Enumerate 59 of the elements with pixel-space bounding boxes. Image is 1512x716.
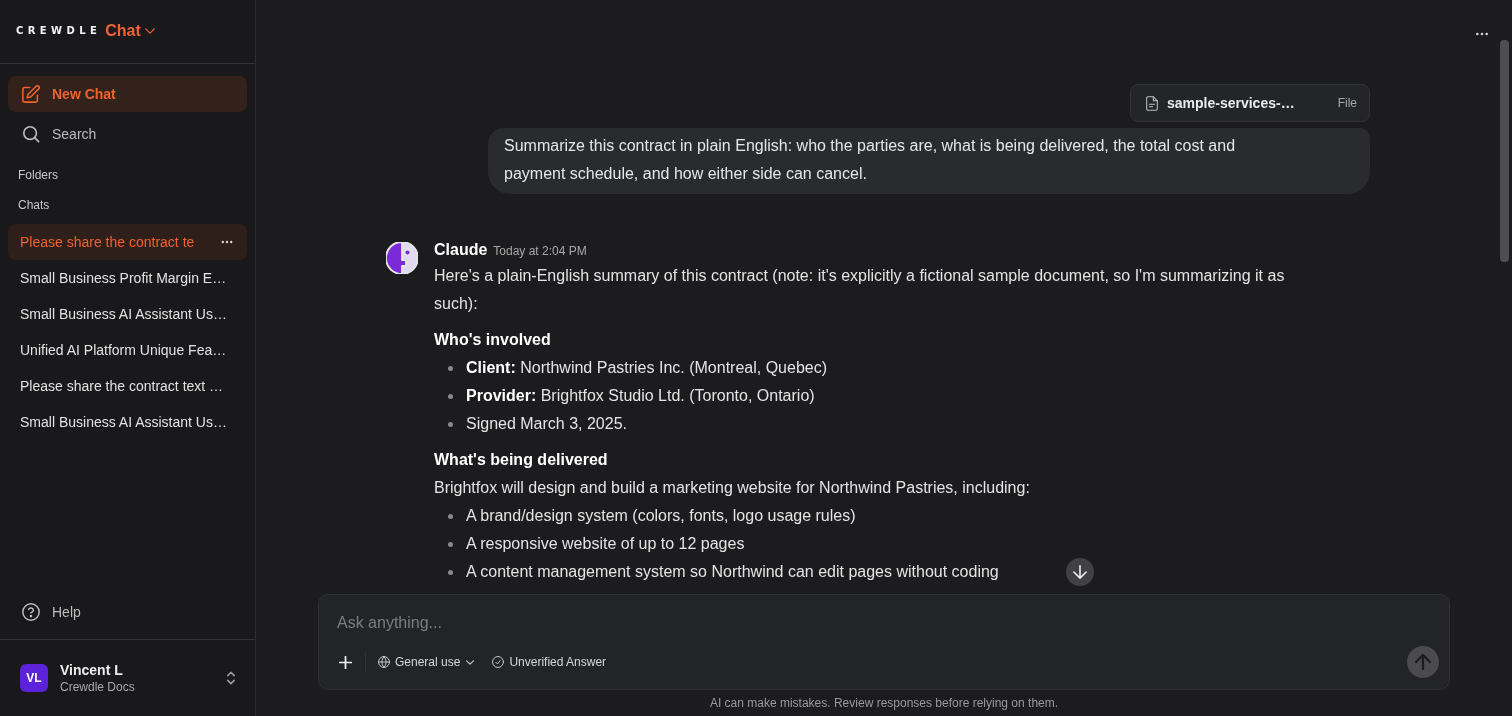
chat-item[interactable]: Small Business AI Assistant Us… bbox=[8, 296, 247, 332]
bullet-icon bbox=[448, 569, 453, 575]
arrow-down-icon bbox=[1073, 565, 1087, 579]
user-avatar: VL bbox=[20, 664, 48, 692]
list-item-text: Provider: Brightfox Studio Ltd. (Toronto, Ontario) bbox=[466, 386, 815, 406]
message-paragraph: Brightfox will design and build a marketing website for Northwind Pastries, including: bbox=[434, 478, 1031, 498]
assistant-name: Claude bbox=[434, 242, 488, 258]
new-chat-button[interactable]: New Chat bbox=[8, 76, 247, 112]
chat-item[interactable]: Unified AI Platform Unique Fea… bbox=[8, 332, 247, 368]
list-item-text: Signed March 3, 2025. bbox=[466, 414, 627, 434]
section-label: Chats bbox=[17, 197, 51, 214]
workspace-name: Crewdle Docs bbox=[60, 680, 136, 694]
logo-wordmark: CREWDLE bbox=[16, 25, 102, 36]
more-icon[interactable] bbox=[221, 240, 233, 244]
file-name: sample-services-… bbox=[1167, 95, 1295, 111]
file-attachment-chip[interactable]: sample-services-… File bbox=[1130, 84, 1370, 122]
list-item-text: Client: Northwind Pastries Inc. (Montreal, Quebec) bbox=[466, 358, 827, 378]
chat-item[interactable]: Small Business Profit Margin E… bbox=[8, 260, 247, 296]
bullet-icon bbox=[448, 393, 453, 399]
scrollbar-thumb[interactable] bbox=[1500, 40, 1509, 262]
more-icon bbox=[1475, 32, 1489, 36]
verification-button[interactable]: Unverified Answer bbox=[492, 655, 607, 669]
chat-item[interactable]: Please share the contract text … bbox=[8, 368, 247, 404]
search-button[interactable]: Search bbox=[8, 116, 247, 152]
section-heading: Who's involved bbox=[434, 330, 552, 350]
assistant-avatar-icon bbox=[386, 242, 418, 274]
chat-item[interactable]: Please share the contract te bbox=[8, 224, 247, 260]
plus-icon bbox=[338, 655, 352, 669]
chat-item[interactable]: Small Business AI Assistant Us… bbox=[8, 404, 247, 440]
globe-icon bbox=[378, 656, 390, 668]
message-input-field[interactable]: Ask anything... General use Unverified Answer bbox=[318, 594, 1450, 690]
chevrons-up-down-icon[interactable] bbox=[227, 671, 235, 685]
search-icon bbox=[22, 125, 40, 143]
list-item-text: A responsive website of up to 12 pages bbox=[466, 534, 745, 554]
list-item-text: A brand/design system (colors, fonts, logo usage rules) bbox=[466, 506, 856, 526]
disclaimer-text: AI can make mistakes. Review responses before relying on them. bbox=[709, 695, 1059, 711]
list-item-text: A content management system so Northwind can edit pages without coding bbox=[466, 562, 999, 582]
message-time: Today at 2:04 PM bbox=[493, 243, 587, 259]
section-heading: What's being delivered bbox=[434, 450, 609, 470]
bullet-icon bbox=[448, 513, 453, 519]
arrow-up-icon bbox=[1415, 654, 1431, 670]
product-switcher-button[interactable]: Chat bbox=[105, 21, 155, 40]
help-button[interactable]: Help bbox=[8, 594, 247, 630]
check-circle-icon bbox=[492, 656, 505, 668]
file-type-label: File bbox=[1337, 96, 1357, 110]
help-icon bbox=[22, 603, 40, 621]
bullet-icon bbox=[448, 365, 453, 371]
user-name: Vincent L bbox=[60, 662, 124, 678]
bullet-icon bbox=[448, 541, 453, 547]
mode-selector-button[interactable]: General use bbox=[378, 655, 475, 669]
scroll-down-button[interactable] bbox=[1066, 558, 1094, 586]
caret-icon bbox=[466, 659, 475, 665]
pencil-square-icon bbox=[22, 85, 40, 103]
caret-icon bbox=[144, 27, 155, 34]
document-icon bbox=[1146, 95, 1158, 111]
bullet-icon bbox=[448, 421, 453, 427]
message-paragraph: Here's a plain-English summary of this contract (note: it's explicitly a fictional sample document, so I'm summarizing it as such): bbox=[434, 266, 1286, 314]
user-message: Summarize this contract in plain English: who the parties are, what is being delivered, the total cost and payment schedule, and how either side can cancel. bbox=[488, 128, 1370, 194]
section-label: Folders bbox=[17, 167, 59, 184]
